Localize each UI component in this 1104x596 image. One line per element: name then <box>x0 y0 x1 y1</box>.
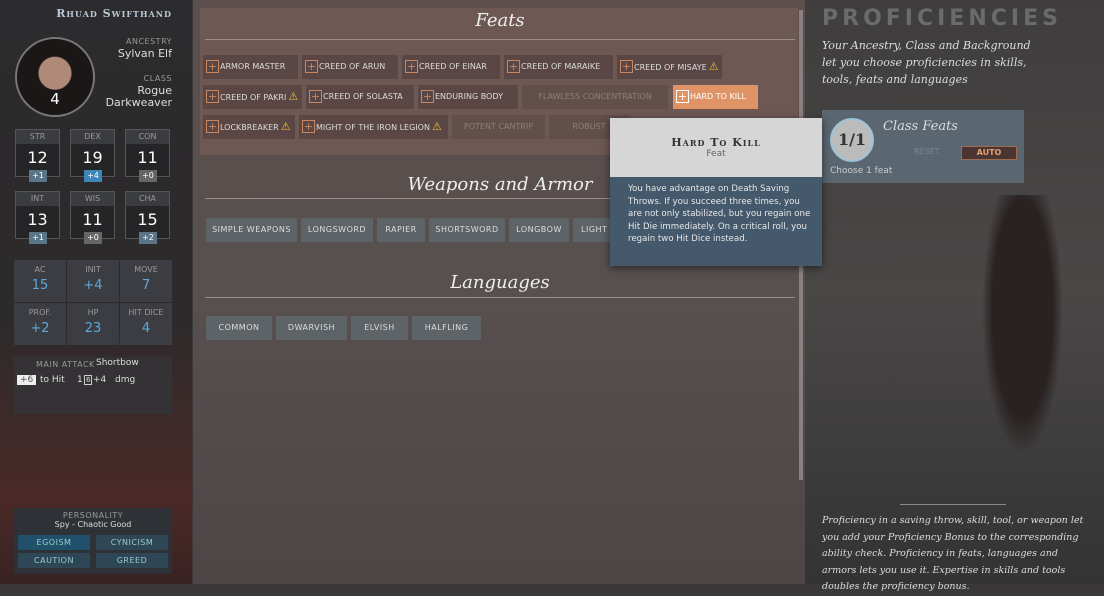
plus-icon: + <box>620 60 633 73</box>
feat-creed-of-pakri[interactable]: + CREED OF PAKRI ⚠ <box>203 85 302 109</box>
language-halfling[interactable]: HALFLING <box>412 316 481 340</box>
stat-init: INIT +4 <box>67 260 119 302</box>
personality-label: PERSONALITY <box>62 511 124 520</box>
trait-egoism[interactable]: EGOISM <box>18 535 90 550</box>
plus-icon: + <box>305 60 318 73</box>
ability-dex: DEX 19 +4 <box>70 129 115 182</box>
ancestry-label: ANCESTRY <box>126 37 172 46</box>
ability-cha: CHA 15 +2 <box>125 191 170 244</box>
auto-button[interactable]: AUTO <box>961 146 1017 160</box>
feat-creed-of-arun[interactable]: + CREED OF ARUN <box>302 55 398 79</box>
warning-icon: ⚠ <box>280 120 291 133</box>
main-attack-label: MAIN ATTACK <box>36 360 95 369</box>
tooltip-subtitle: Feat <box>706 149 726 159</box>
weapon-simple-weapons[interactable]: SIMPLE WEAPONS <box>206 218 297 242</box>
plus-icon: + <box>676 90 689 103</box>
feats-title: Feats <box>475 10 525 31</box>
plus-icon: + <box>405 60 418 73</box>
stat-hp: HP 23 <box>67 303 119 345</box>
language-common[interactable]: COMMON <box>206 316 272 340</box>
class-label: CLASS <box>143 74 172 83</box>
main-attack-weapon: Shortbow <box>96 358 139 368</box>
plus-icon: + <box>206 90 219 103</box>
personality-panel: PERSONALITY Spy - Chaotic Good EGOISM CY… <box>14 508 172 574</box>
stat-prof: PROF. +2 <box>14 303 66 345</box>
weapon-longsword[interactable]: LONGSWORD <box>301 218 373 242</box>
plus-icon: + <box>421 90 434 103</box>
languages-divider <box>205 297 795 298</box>
feat-might-of-the-iron-legion[interactable]: + MIGHT OF THE IRON LEGION ⚠ <box>299 115 448 139</box>
feat-creed-of-maraike[interactable]: + CREED OF MARAIKE <box>504 55 613 79</box>
proficiencies-footer: Proficiency in a saving throw, skill, to… <box>822 515 1084 592</box>
stat-ac: AC 15 <box>14 260 66 302</box>
proficiencies-intro: Your Ancestry, Class and Background let … <box>822 39 1031 86</box>
trait-greed[interactable]: GREED <box>96 553 168 568</box>
weapon-longbow[interactable]: LONGBOW <box>509 218 569 242</box>
plus-icon: + <box>206 120 219 133</box>
language-elvish[interactable]: ELVISH <box>351 316 408 340</box>
ability-con: CON 11 +0 <box>125 129 170 182</box>
weapons-title: Weapons and Armor <box>407 174 593 195</box>
feat-lockbreaker[interactable]: + LOCKBREAKER ⚠ <box>203 115 295 139</box>
subclass-value: Darkweaver <box>105 96 172 109</box>
feat-enduring-body[interactable]: + ENDURING BODY <box>418 85 518 109</box>
feat-creed-of-einar[interactable]: + CREED OF EINAR <box>402 55 500 79</box>
plus-icon: + <box>507 60 520 73</box>
plus-icon: + <box>302 120 315 133</box>
stat-hit-dice: HIT DICE 4 <box>120 303 172 345</box>
weapon-rapier[interactable]: RAPIER <box>377 218 425 242</box>
to-hit-label: to Hit <box>40 375 65 385</box>
feats-divider <box>205 39 795 40</box>
feat-creed-of-solasta[interactable]: + CREED OF SOLASTA <box>306 85 414 109</box>
damage-dice-count: 1 <box>77 375 83 385</box>
feat-potent-cantrip[interactable]: POTENT CANTRIP <box>452 115 545 139</box>
feat-tooltip: Hard To Kill Feat You have advantage on … <box>610 118 822 266</box>
class-feats-counter: 1/1 <box>830 118 874 162</box>
damage-label: dmg <box>115 375 136 385</box>
ability-str: STR 12 +1 <box>15 129 60 182</box>
damage-bonus: +4 <box>93 375 107 385</box>
character-level: 4 <box>50 90 60 108</box>
character-model <box>975 195 1070 480</box>
reset-button[interactable]: RESET <box>907 147 947 156</box>
tooltip-body: You have advantage on Death Saving Throw… <box>628 184 811 244</box>
language-dwarvish[interactable]: DWARVISH <box>276 316 347 340</box>
class-feats-title: Class Feats <box>883 119 958 134</box>
feat-hard-to-kill[interactable]: + HARD TO KILL <box>673 85 758 109</box>
warning-icon: ⚠ <box>288 90 299 103</box>
tooltip-title: Hard To Kill <box>671 136 761 149</box>
feat-creed-of-misaye[interactable]: + CREED OF MISAYE ⚠ <box>617 55 722 79</box>
character-name: Rhuad Swifthand <box>56 7 172 20</box>
stat-move: MOVE 7 <box>120 260 172 302</box>
ability-wis: WIS 11 +0 <box>70 191 115 244</box>
main-attack-panel: MAIN ATTACK Shortbow +6 to Hit 1 6 +4 dm… <box>14 357 172 414</box>
ancestry-value: Sylvan Elf <box>117 47 172 60</box>
proficiencies-title: PROFICIENCIES <box>822 6 1062 31</box>
plus-icon: + <box>206 60 219 73</box>
warning-icon: ⚠ <box>708 60 719 73</box>
class-feats-panel: 1/1 Class Feats RESET AUTO Choose 1 feat <box>822 110 1024 183</box>
ability-int: INT 13 +1 <box>15 191 60 244</box>
warning-icon: ⚠ <box>431 120 442 133</box>
class-feats-hint: Choose 1 feat <box>830 166 893 176</box>
plus-icon: + <box>309 90 322 103</box>
to-hit-value: +6 <box>17 375 37 385</box>
weapon-shortsword[interactable]: SHORTSWORD <box>429 218 505 242</box>
feat-armor-master[interactable]: + ARMOR MASTER <box>203 55 298 79</box>
feat-flawless-concentration[interactable]: FLAWLESS CONCENTRATION <box>522 85 668 109</box>
trait-cynicism[interactable]: CYNICISM <box>96 535 168 550</box>
footer-divider <box>900 504 1006 505</box>
languages-title: Languages <box>450 272 550 293</box>
d6-icon: 6 <box>84 375 93 385</box>
personality-value: Spy - Chaotic Good <box>54 520 132 529</box>
trait-caution[interactable]: CAUTION <box>18 553 90 568</box>
